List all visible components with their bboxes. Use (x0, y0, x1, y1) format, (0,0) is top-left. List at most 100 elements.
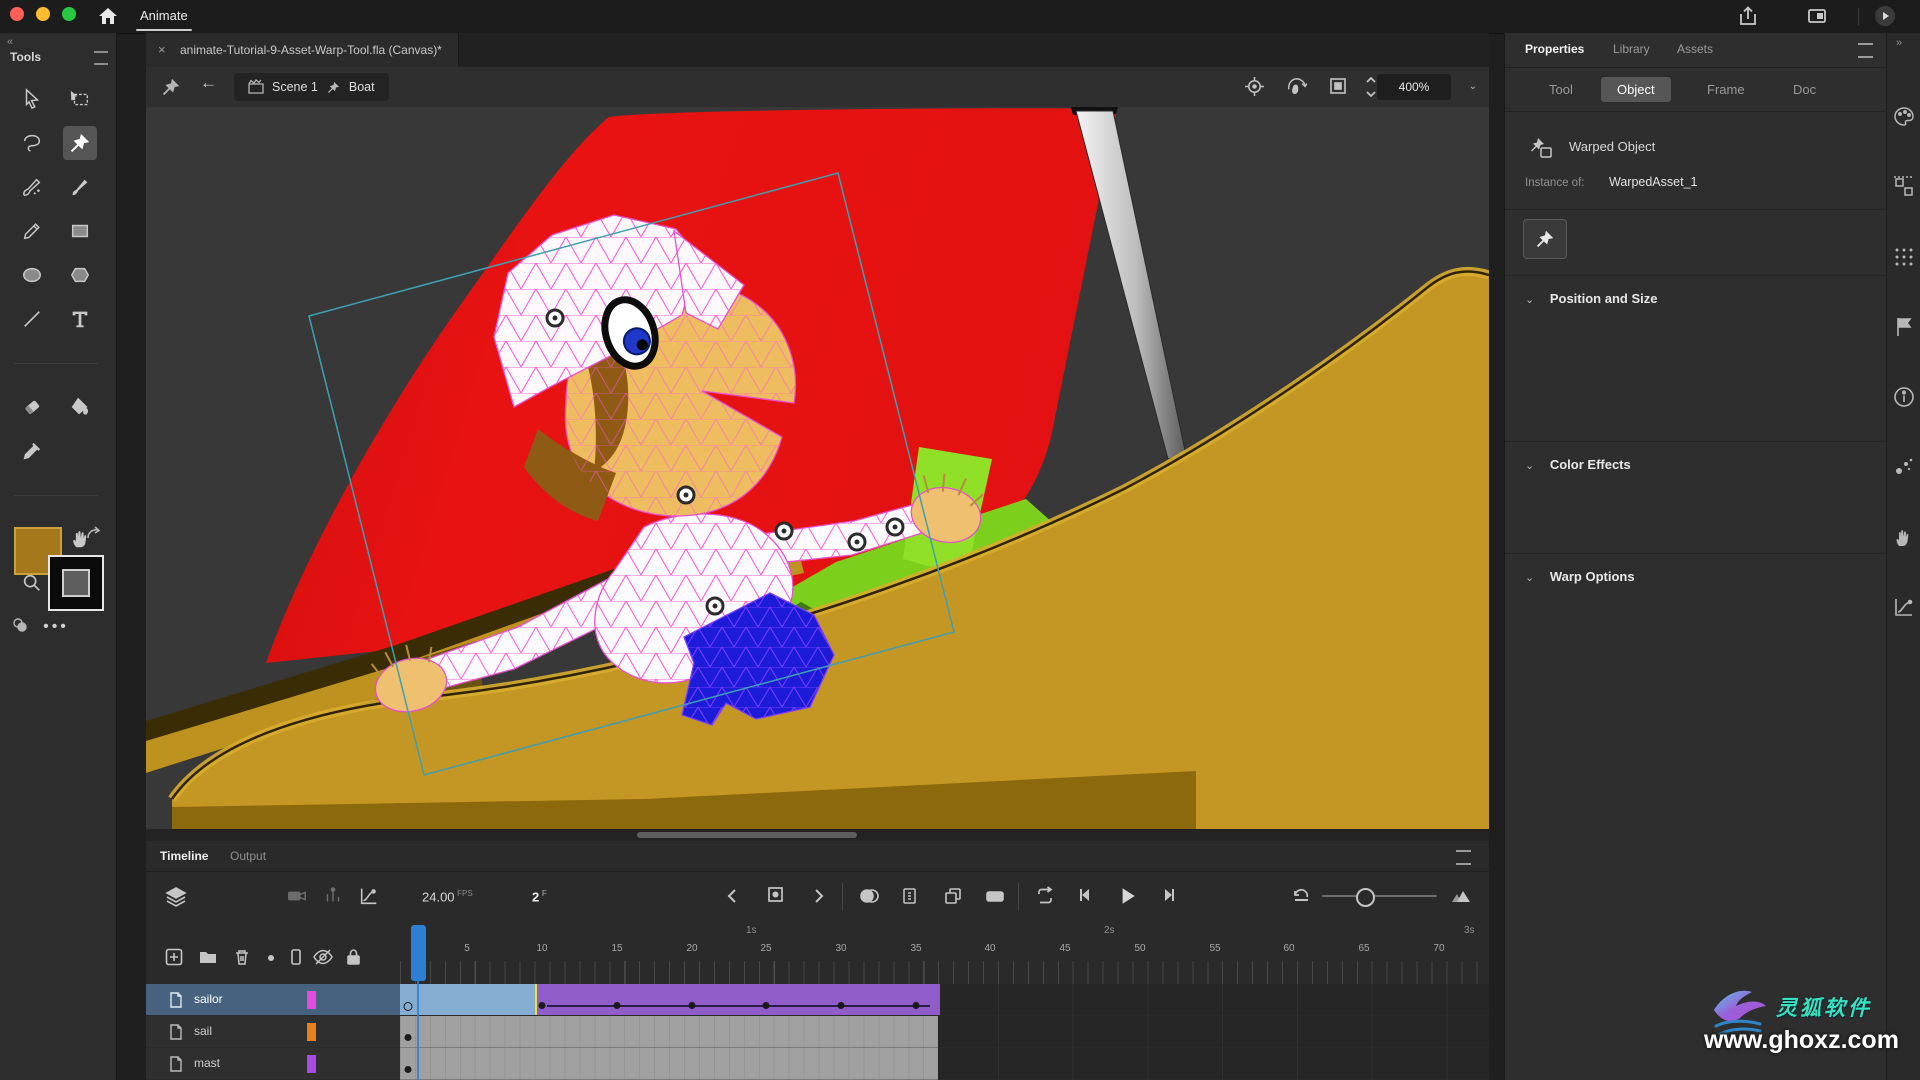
share-icon[interactable] (1737, 5, 1759, 27)
highlight-layers-icon[interactable] (266, 953, 276, 963)
layer-header-mast[interactable]: mast (146, 1048, 400, 1079)
layer-row-sailor[interactable]: sailor (146, 984, 1489, 1017)
zoom-fit-icon[interactable] (1450, 885, 1472, 907)
new-folder-icon[interactable] (198, 947, 218, 967)
maximize-window-button[interactable] (62, 7, 76, 21)
tab-assets[interactable]: Assets (1677, 42, 1713, 56)
tools-panel-menu-icon[interactable] (94, 51, 108, 65)
rotate-view-icon[interactable] (1286, 76, 1307, 97)
zoom-level-dropdown[interactable]: 400% (1377, 74, 1451, 100)
asset-warp-tool-icon[interactable] (63, 126, 97, 160)
subtab-object[interactable]: Object (1601, 77, 1671, 102)
mesh-grid-panel-icon[interactable] (1892, 245, 1916, 269)
eyedropper-tool-icon[interactable] (15, 434, 49, 468)
swap-colors-icon[interactable] (85, 525, 103, 543)
next-keyframe-icon[interactable] (809, 887, 827, 905)
back-arrow-icon[interactable]: ← (200, 73, 217, 93)
outline-view-icon[interactable] (288, 947, 304, 967)
previous-keyframe-icon[interactable] (724, 887, 742, 905)
frame-span-static[interactable] (400, 1048, 938, 1080)
loop-playback-icon[interactable] (1034, 885, 1056, 907)
onion-skin-icon[interactable] (858, 885, 880, 907)
section-color-effects[interactable]: ⌄ Color Effects (1525, 457, 1631, 472)
close-document-icon[interactable]: × (158, 33, 166, 67)
document-tab[interactable]: × animate-Tutorial-9-Asset-Warp-Tool.fla… (146, 33, 459, 67)
frame-span-static[interactable] (400, 984, 537, 1015)
expand-panels-icon[interactable]: » (1896, 37, 1900, 49)
hide-layers-icon[interactable] (312, 947, 334, 967)
properties-panel-menu-icon[interactable] (1858, 43, 1873, 58)
align-panel-icon[interactable] (1892, 175, 1916, 199)
delete-layer-icon[interactable] (232, 947, 252, 967)
tab-animate[interactable]: Animate (126, 0, 202, 32)
lasso-tool-icon[interactable] (15, 126, 49, 160)
polystar-tool-icon[interactable] (63, 258, 97, 292)
stage-canvas[interactable] (146, 107, 1489, 829)
fps-display[interactable]: 24.00 FPS (422, 889, 473, 904)
graph-panel-icon[interactable] (1892, 595, 1916, 619)
onion-skin-outline-icon[interactable] (900, 885, 922, 907)
center-stage-icon[interactable] (1244, 76, 1265, 97)
layer-color-chip[interactable] (307, 1055, 316, 1073)
play-icon[interactable] (1116, 885, 1138, 907)
tab-library[interactable]: Library (1613, 42, 1650, 56)
subtab-tool[interactable]: Tool (1533, 77, 1589, 102)
quick-publish-icon[interactable] (1874, 5, 1896, 27)
horizontal-scrollbar-handle[interactable] (637, 832, 857, 838)
clip-content-icon[interactable] (1328, 76, 1348, 96)
edit-warped-asset-button[interactable] (1523, 219, 1567, 259)
step-forward-icon[interactable] (1158, 885, 1178, 905)
history-panel-icon[interactable] (1892, 525, 1916, 549)
layer-track-mast[interactable] (400, 1048, 1489, 1079)
minimize-window-button[interactable] (36, 7, 50, 21)
rectangle-tool-icon[interactable] (63, 214, 97, 248)
insert-keyframe-icon[interactable] (766, 885, 786, 905)
line-tool-icon[interactable] (15, 302, 49, 336)
info-panel-icon[interactable] (1892, 385, 1916, 409)
zoom-chevron-down-icon[interactable]: ⌄ (1469, 81, 1477, 92)
layer-color-chip[interactable] (307, 1023, 316, 1041)
layer-track-sail[interactable] (400, 1016, 1489, 1047)
section-position-size[interactable]: ⌄ Position and Size (1525, 291, 1657, 306)
reset-zoom-icon[interactable] (1292, 885, 1312, 905)
free-transform-tool-icon[interactable] (63, 82, 97, 116)
particles-panel-icon[interactable] (1892, 455, 1916, 479)
layer-header-sailor[interactable]: sailor (146, 984, 400, 1015)
eraser-tool-icon[interactable] (15, 390, 49, 424)
layers-view-icon[interactable] (164, 885, 188, 909)
zoom-stepper[interactable] (1364, 74, 1378, 100)
selection-tool-icon[interactable] (15, 82, 49, 116)
default-colors-icon[interactable] (12, 617, 28, 633)
timeline-ruler[interactable]: 1s 2s 3s 5 10 15 20 25 30 35 40 45 50 55… (146, 923, 1489, 985)
timeline-zoom-slider-knob[interactable] (1356, 888, 1375, 907)
timeline-panel-menu-icon[interactable] (1456, 850, 1471, 865)
paint-bucket-tool-icon[interactable] (63, 390, 97, 424)
tab-properties[interactable]: Properties (1525, 42, 1584, 56)
layer-track-sailor[interactable] (400, 984, 1489, 1015)
pencil-tool-icon[interactable] (15, 214, 49, 248)
step-back-icon[interactable] (1076, 885, 1096, 905)
breadcrumb-symbol[interactable]: Boat (349, 80, 375, 94)
horizontal-scrollbar[interactable] (146, 829, 1489, 841)
text-tool-icon[interactable] (63, 302, 97, 336)
lock-layers-icon[interactable] (344, 947, 362, 967)
edit-multiple-frames-icon[interactable] (942, 885, 964, 907)
layer-header-sail[interactable]: sail (146, 1016, 400, 1047)
timeline-camera-icon[interactable] (286, 885, 308, 907)
brush-settings-icon[interactable] (1892, 105, 1916, 129)
home-icon[interactable] (98, 6, 118, 26)
layer-color-chip[interactable] (307, 991, 316, 1009)
breadcrumb-scene[interactable]: Scene 1 (272, 80, 318, 94)
frame-picker-panel-icon[interactable] (1892, 315, 1916, 339)
marker-range-icon[interactable] (984, 885, 1006, 907)
stroke-color-swatch[interactable] (48, 555, 104, 611)
close-window-button[interactable] (10, 7, 24, 21)
instance-name[interactable]: WarpedAsset_1 (1609, 175, 1697, 189)
playhead[interactable] (411, 925, 426, 981)
timeline-zoom-slider-track[interactable] (1322, 895, 1437, 897)
subtab-frame[interactable]: Frame (1691, 77, 1761, 102)
fluid-brush-tool-icon[interactable] (15, 170, 49, 204)
section-warp-options[interactable]: ⌄ Warp Options (1525, 569, 1635, 584)
oval-tool-icon[interactable] (15, 258, 49, 292)
frame-span-static[interactable] (400, 1016, 938, 1048)
